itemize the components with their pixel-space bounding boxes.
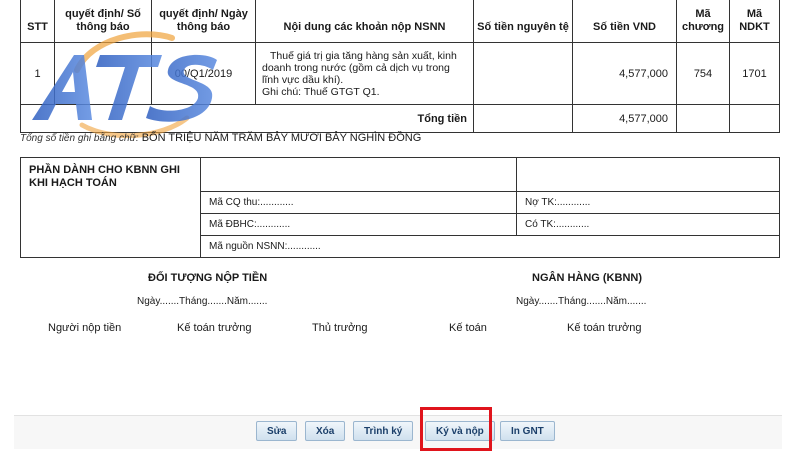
- total-empty-1: [676, 104, 730, 133]
- kbnn-table: PHẦN DÀNH CHO KBNN GHI KHI HẠCH TOÁN Mã …: [20, 157, 780, 258]
- no-tk: Nợ TK:............: [516, 191, 780, 214]
- table-row: 1 00/Q1/2019 Thuế giá trị gia tăng hàng …: [20, 42, 780, 105]
- cell-so-thong-bao: [54, 42, 152, 105]
- ma-dbhc: Mã ĐBHC:............: [200, 213, 517, 236]
- kbnn-title: PHẦN DÀNH CHO KBNN GHI KHI HẠCH TOÁN: [20, 157, 201, 258]
- total-nguyen-te: [473, 104, 573, 133]
- total-empty-2: [729, 104, 780, 133]
- edit-button[interactable]: Sửa: [256, 421, 298, 441]
- kbnn-title-line-2: KHI HẠCH TOÁN: [29, 177, 117, 189]
- header-stt: STT: [20, 0, 55, 43]
- noi-dung-line-2: doanh trong nước (gồm cả dịch vụ trong: [262, 61, 450, 74]
- kbnn-title-line-1: PHẦN DÀNH CHO KBNN GHI: [29, 164, 180, 176]
- header-so-tien-vnd: Số tiền VND: [572, 0, 677, 43]
- header-so-tien-nguyen-te: Số tiền nguyên tệ: [473, 0, 573, 43]
- delete-button[interactable]: Xóa: [305, 421, 346, 441]
- header-ma-ndkt: Mã NDKT: [729, 0, 780, 43]
- cell-noi-dung: Thuế giá trị gia tăng hàng sản xuất, kin…: [255, 42, 474, 105]
- role-nguoi-nop-tien: Người nộp tiền: [48, 322, 122, 334]
- amount-in-words: Tổng số tiền ghi bằng chữ: BỐN TRIỆU NĂM…: [20, 132, 421, 144]
- header-noi-dung: Nội dung các khoản nộp NSNN: [255, 0, 474, 43]
- amount-in-words-value: BỐN TRIỆU NĂM TRĂM BẢY MƯƠI BẢY NGHÌN ĐỒ…: [141, 132, 422, 144]
- header-ngay-thong-bao: quyết định/ Ngày thông báo: [151, 0, 256, 43]
- kbnn-empty-cell: [200, 157, 517, 192]
- cell-ma-chuong: 754: [676, 42, 730, 105]
- amount-in-words-label: Tổng số tiền ghi bằng chữ:: [20, 133, 139, 144]
- total-label: Tổng tiền: [20, 104, 474, 133]
- bank-date-line: Ngày.......Tháng.......Năm.......: [516, 296, 647, 307]
- role-bank-ke-toan-truong: Kế toán trưởng: [567, 322, 642, 334]
- highlight-box: [420, 407, 492, 451]
- table-header-row: STT quyết định/ Số thông báo quyết định/…: [20, 0, 780, 43]
- cell-ma-ndkt: 1701: [729, 42, 780, 105]
- cell-stt: 1: [20, 42, 55, 105]
- ma-cq-thu: Mã CQ thu:............: [200, 191, 517, 214]
- noi-dung-line-1: Thuế giá trị gia tăng hàng sản xuất, kin…: [270, 49, 457, 62]
- header-ma-chuong: Mã chương: [676, 0, 730, 43]
- ma-nguon-nsnn: Mã nguồn NSNN:............: [200, 235, 780, 258]
- payer-date-line: Ngày.......Tháng.......Năm.......: [137, 296, 268, 307]
- kbnn-empty-cell: [516, 157, 780, 192]
- total-row: Tổng tiền 4,577,000: [20, 104, 780, 133]
- role-ke-toan: Kế toán: [449, 322, 487, 334]
- total-vnd: 4,577,000: [572, 104, 677, 133]
- cell-so-tien-nguyen-te: [473, 42, 573, 105]
- co-tk: Có TK:............: [516, 213, 780, 236]
- tax-payment-table: STT quyết định/ Số thông báo quyết định/…: [20, 0, 780, 133]
- cell-ngay-thong-bao: 00/Q1/2019: [151, 42, 256, 105]
- bank-heading: NGÂN HÀNG (KBNN): [532, 272, 642, 284]
- header-so-thong-bao: quyết định/ Số thông báo: [54, 0, 152, 43]
- print-gnt-button[interactable]: In GNT: [500, 421, 555, 441]
- noi-dung-line-3: lĩnh vực dầu khí).: [262, 73, 344, 86]
- payer-heading: ĐỐI TƯỢNG NỘP TIỀN: [148, 272, 268, 284]
- ghi-chu: Ghi chú: Thuế GTGT Q1.: [262, 85, 380, 98]
- role-thu-truong: Thủ trưởng: [312, 322, 368, 334]
- cell-so-tien-vnd: 4,577,000: [572, 42, 677, 105]
- submit-sign-button[interactable]: Trình ký: [353, 421, 414, 441]
- role-ke-toan-truong: Kế toán trưởng: [177, 322, 252, 334]
